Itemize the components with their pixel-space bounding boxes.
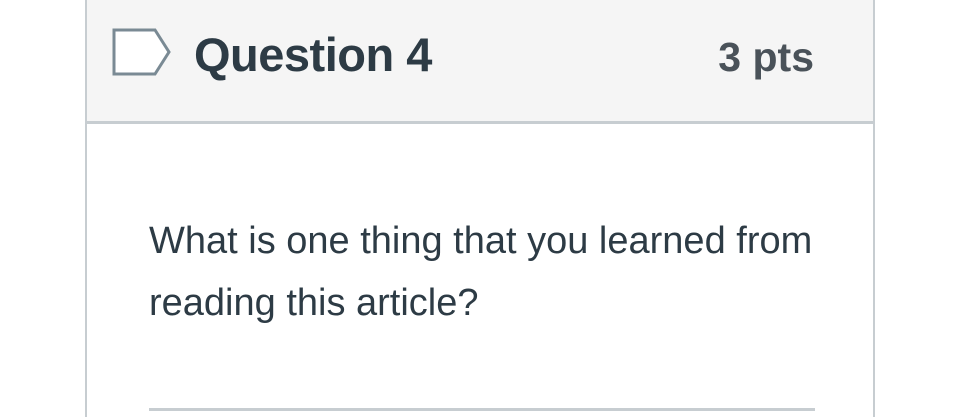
question-points: 3 pts [718,34,814,80]
flag-question-icon[interactable] [111,27,175,77]
answer-input-top-border[interactable] [149,408,815,411]
question-title: Question 4 [194,28,432,81]
question-card: Question 4 3 pts What is one thing that … [85,0,875,417]
question-header: Question 4 3 pts [87,0,873,124]
question-prompt: What is one thing that you learned from … [149,220,813,324]
